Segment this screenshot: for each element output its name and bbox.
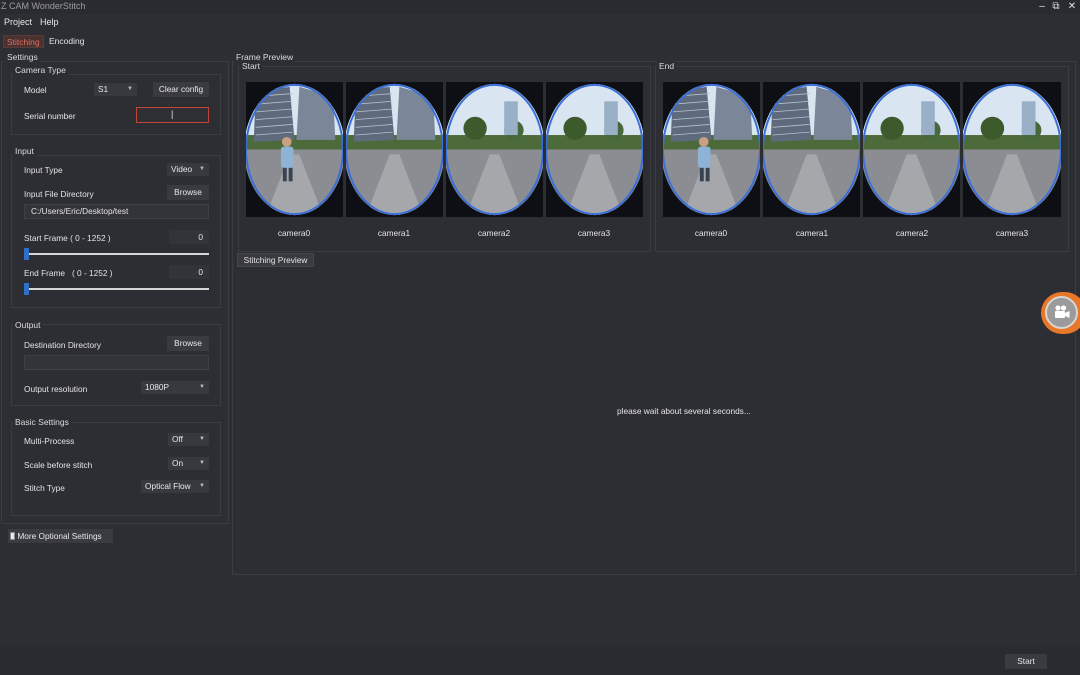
chevron-down-icon: ▼ (199, 166, 205, 172)
model-select[interactable]: S1 ▼ (94, 83, 137, 96)
end-frame-label: End Frame ( 0 - 1252 ) (24, 268, 113, 278)
input-dir-field[interactable]: C:/Users/Eric/Desktop/test (24, 204, 209, 219)
start-camera1-label: camera1 (377, 228, 411, 238)
end-camera1-label: camera1 (795, 228, 829, 238)
output-resolution-label: Output resolution (24, 384, 88, 394)
fisheye-image (346, 82, 443, 217)
fisheye-image (763, 82, 860, 217)
wait-message: please wait about several seconds... (617, 406, 751, 416)
bottom-bar (0, 645, 1080, 675)
start-camera2-thumbnail (446, 82, 543, 217)
window-title: Z CAM WonderStitch (1, 1, 86, 11)
output-resolution-value: 1080P (145, 382, 169, 392)
output-title: Output (13, 320, 43, 330)
stitch-type-value: Optical Flow (145, 481, 191, 491)
scale-before-stitch-select[interactable]: On ▼ (168, 457, 209, 470)
dest-dir-label: Destination Directory (24, 340, 102, 350)
chevron-down-icon: ▼ (199, 460, 205, 466)
end-camera2-thumbnail (863, 82, 960, 217)
input-browse-button[interactable]: Browse (167, 185, 209, 200)
end-camera3-thumbnail (963, 82, 1061, 217)
settings-title: Settings (5, 52, 40, 62)
multi-process-label: Multi-Process (24, 436, 75, 446)
model-value: S1 (98, 84, 109, 94)
serial-input[interactable]: | (136, 107, 209, 123)
input-dir-label: Input File Directory (24, 189, 94, 199)
end-camera2-label: camera2 (895, 228, 929, 238)
end-frame-track (24, 288, 209, 290)
more-optional-settings-label: More Optional Settings (17, 531, 102, 541)
start-group-title: Start (240, 61, 262, 71)
output-resolution-select[interactable]: 1080P ▼ (141, 381, 209, 394)
start-camera3-label: camera3 (577, 228, 611, 238)
input-type-value: Video (171, 164, 193, 174)
chevron-down-icon: ▼ (199, 384, 205, 390)
menu-help[interactable]: Help (40, 17, 59, 27)
stitch-type-select[interactable]: Optical Flow ▼ (141, 480, 209, 493)
input-type-select[interactable]: Video ▼ (167, 163, 209, 176)
tab-stitching-preview[interactable]: Stitching Preview (237, 253, 314, 267)
start-button[interactable]: Start (1005, 654, 1047, 669)
clear-config-button[interactable]: Clear config (153, 82, 209, 97)
fisheye-image (246, 82, 343, 217)
chevron-down-icon: ▼ (199, 483, 205, 489)
end-frame-slider-handle[interactable] (24, 283, 29, 295)
stitch-type-label: Stitch Type (24, 483, 65, 493)
fisheye-image (446, 82, 543, 217)
multi-process-select[interactable]: Off ▼ (168, 433, 209, 446)
fisheye-image (663, 82, 760, 217)
start-frame-track (24, 253, 209, 255)
start-camera1-thumbnail (346, 82, 443, 217)
restore-button[interactable]: ⧉ (1048, 0, 1064, 13)
expand-icon (10, 532, 15, 540)
menu-project[interactable]: Project (4, 17, 32, 27)
end-camera0-thumbnail (663, 82, 760, 217)
start-frame-label: Start Frame ( 0 - 1252 ) (24, 233, 111, 243)
start-camera2-label: camera2 (477, 228, 511, 238)
title-bar (0, 0, 1080, 14)
basic-settings-title: Basic Settings (13, 417, 71, 427)
start-camera0-thumbnail (246, 82, 343, 217)
scale-before-stitch-label: Scale before stitch (24, 460, 93, 470)
tab-stitching[interactable]: Stitching (3, 35, 44, 48)
multi-process-value: Off (172, 434, 183, 444)
camera-type-title: Camera Type (13, 65, 68, 75)
close-button[interactable]: ✕ (1064, 0, 1080, 13)
input-title: Input (13, 146, 36, 156)
start-frame-spinbox[interactable]: 0 (169, 230, 209, 244)
end-frame-spinbox[interactable]: 0 (169, 265, 209, 279)
end-camera3-label: camera3 (995, 228, 1029, 238)
start-camera3-thumbnail (546, 82, 643, 217)
input-type-label: Input Type (24, 165, 63, 175)
chevron-down-icon: ▼ (199, 436, 205, 442)
chevron-down-icon: ▼ (127, 86, 133, 92)
video-camera-icon (1055, 305, 1070, 318)
end-camera1-thumbnail (763, 82, 860, 217)
fisheye-image (546, 82, 643, 217)
fisheye-image (963, 82, 1061, 217)
end-group-title: End (657, 61, 677, 71)
scale-before-stitch-value: On (172, 458, 184, 468)
start-camera0-label: camera0 (277, 228, 311, 238)
model-label: Model (24, 85, 47, 95)
end-camera0-label: camera0 (694, 228, 728, 238)
more-optional-settings-button[interactable]: More Optional Settings (8, 529, 113, 543)
serial-label: Serial number (24, 111, 76, 121)
output-browse-button[interactable]: Browse (167, 336, 209, 351)
start-frame-slider-handle[interactable] (24, 248, 29, 260)
tab-encoding[interactable]: Encoding (46, 35, 87, 48)
fisheye-image (863, 82, 960, 217)
dest-dir-field[interactable] (24, 355, 209, 370)
